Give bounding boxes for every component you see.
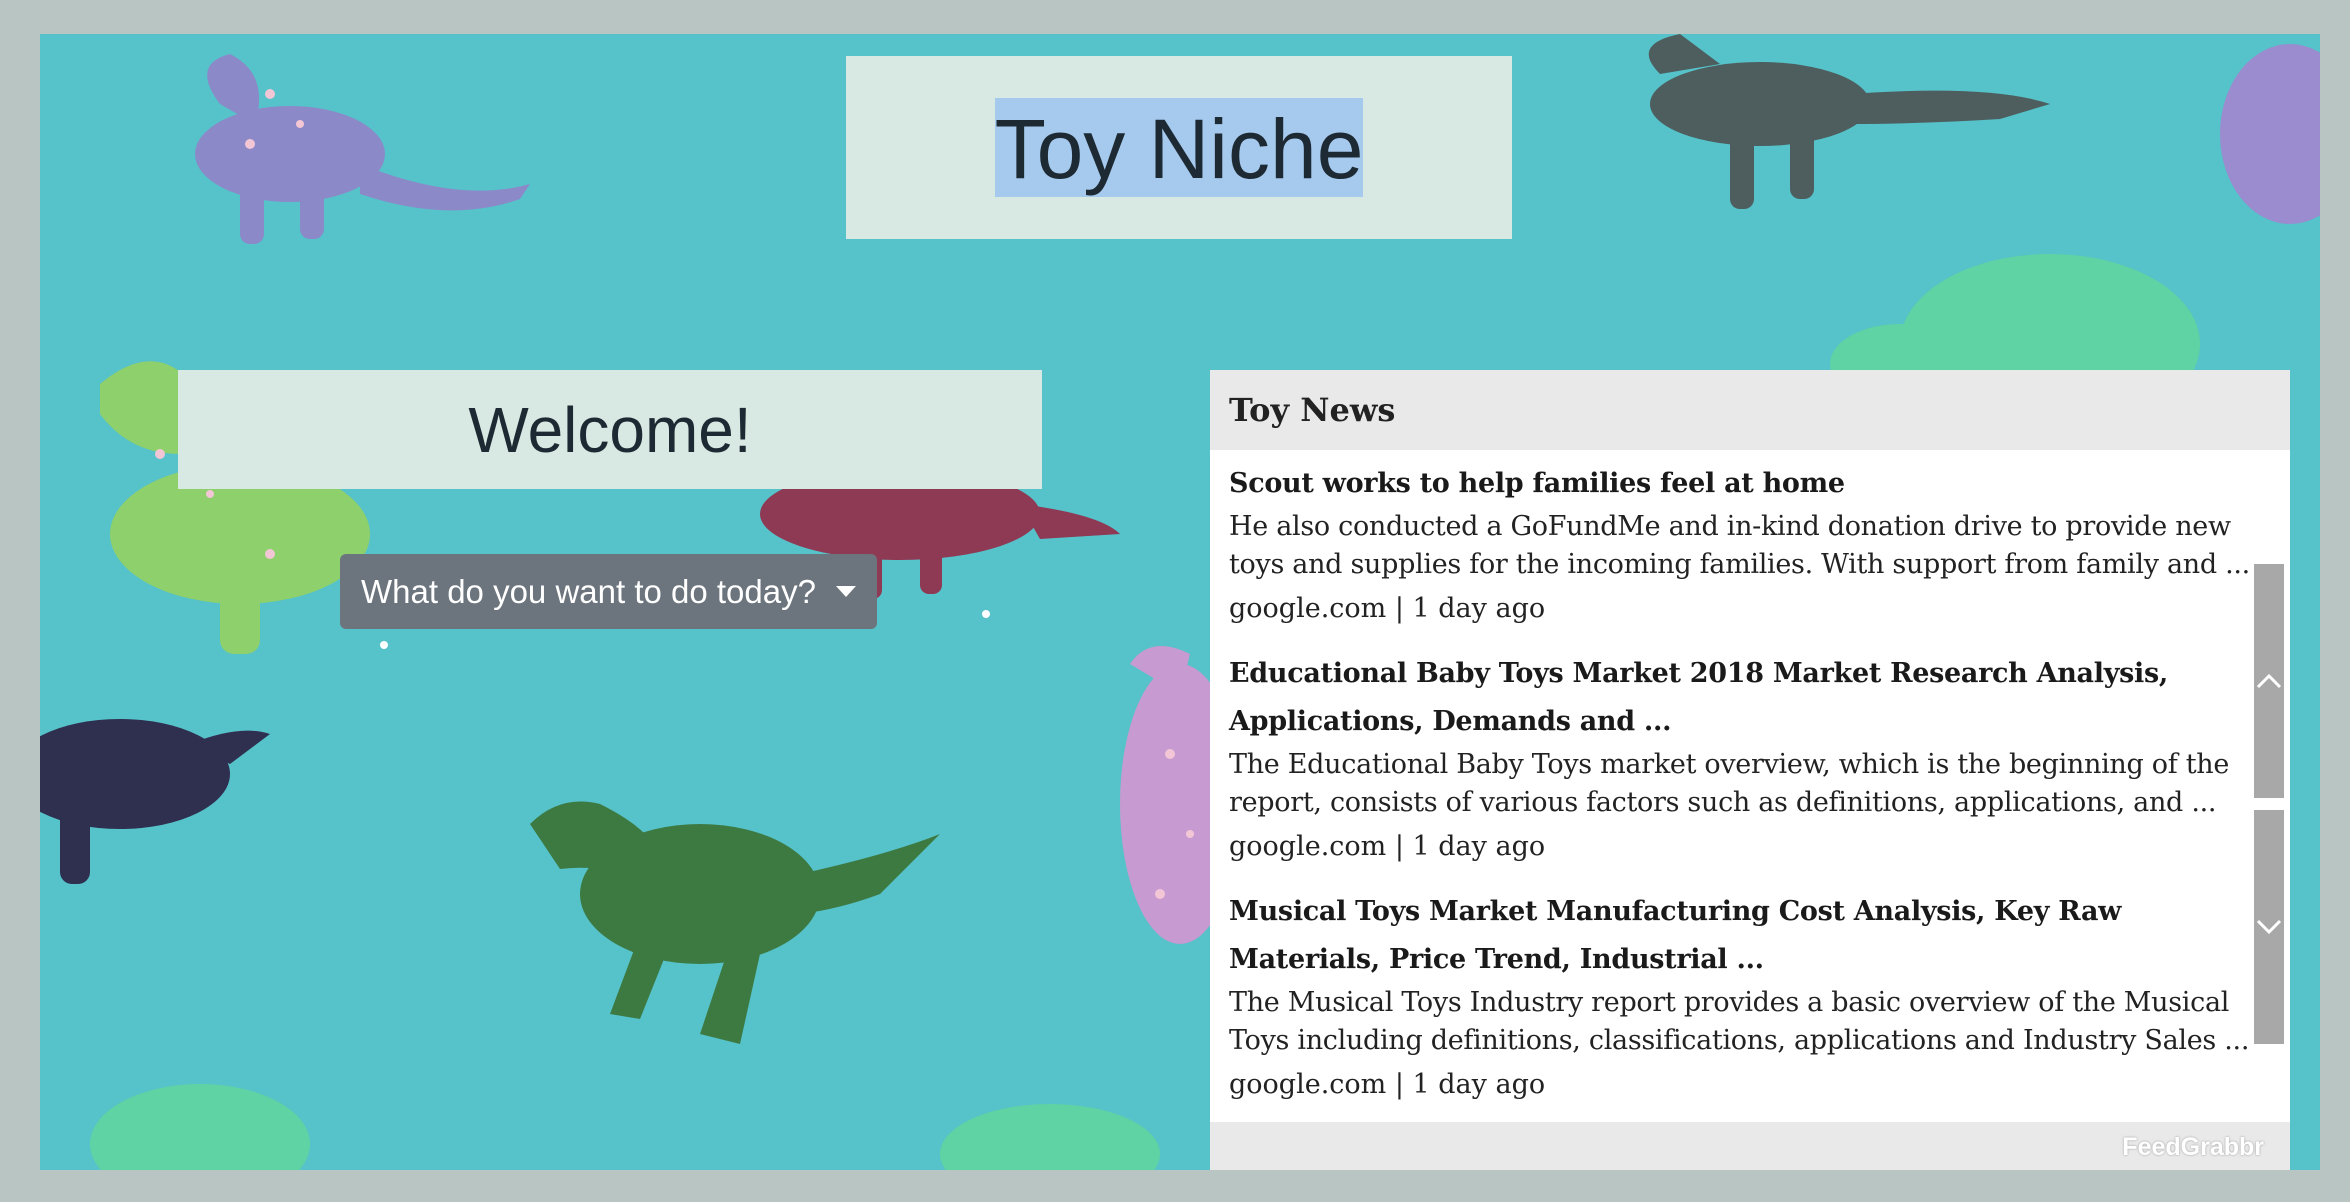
- dinosaur-figure: [2220, 44, 2320, 224]
- news-article[interactable]: Scout works to help families feel at hom…: [1229, 460, 2266, 628]
- article-title[interactable]: Educational Baby Toys Market 2018 Market…: [1229, 650, 2266, 746]
- dinosaur-figure: [195, 54, 530, 244]
- news-widget: Toy News Scout works to help families fe…: [1210, 370, 2290, 1170]
- article-meta: google.com | 1 day ago: [1229, 593, 1546, 624]
- news-article[interactable]: Educational Baby Toys Market 2018 Market…: [1229, 650, 2266, 866]
- welcome-panel: Welcome!: [178, 370, 1042, 489]
- action-dropdown-label: What do you want to do today?: [361, 572, 816, 610]
- site-title: Toy Niche: [994, 98, 1364, 197]
- article-description: The Musical Toys Industry report provide…: [1229, 987, 2250, 1056]
- article-title[interactable]: Scout works to help families feel at hom…: [1229, 460, 2266, 508]
- news-widget-footer: FeedGrabbr: [1210, 1122, 2290, 1170]
- article-description: The Educational Baby Toys market overvie…: [1229, 749, 2230, 818]
- news-list: Scout works to help families feel at hom…: [1210, 450, 2290, 1104]
- chevron-down-icon: [2256, 919, 2282, 935]
- site-title-panel: Toy Niche: [846, 56, 1512, 239]
- chevron-up-icon: [2256, 673, 2282, 689]
- dinosaur-figure: [530, 801, 940, 1044]
- article-description: He also conducted a GoFundMe and in-kind…: [1229, 511, 2250, 580]
- action-dropdown-button[interactable]: What do you want to do today?: [340, 554, 877, 629]
- article-title[interactable]: Musical Toys Market Manufacturing Cost A…: [1229, 888, 2266, 984]
- page-background: Toy Niche Welcome! What do you want to d…: [40, 34, 2320, 1170]
- article-meta: google.com | 1 day ago: [1229, 831, 1546, 862]
- decorative-dot: [982, 610, 990, 618]
- caret-down-icon: [835, 586, 856, 597]
- article-meta: google.com | 1 day ago: [1229, 1069, 1546, 1100]
- dinosaur-figure: [1648, 34, 2050, 209]
- news-widget-header: Toy News: [1210, 370, 2290, 450]
- welcome-heading: Welcome!: [468, 393, 752, 466]
- scroll-up-button[interactable]: [2254, 564, 2284, 798]
- feedgrabbr-brand-link[interactable]: FeedGrabbr: [2122, 1133, 2264, 1162]
- scroll-down-button[interactable]: [2254, 810, 2284, 1044]
- dinosaur-figure: [40, 719, 270, 884]
- news-article[interactable]: Musical Toys Market Manufacturing Cost A…: [1229, 888, 2266, 1104]
- dinosaur-figure: [90, 1084, 1160, 1170]
- decorative-dot: [380, 641, 388, 649]
